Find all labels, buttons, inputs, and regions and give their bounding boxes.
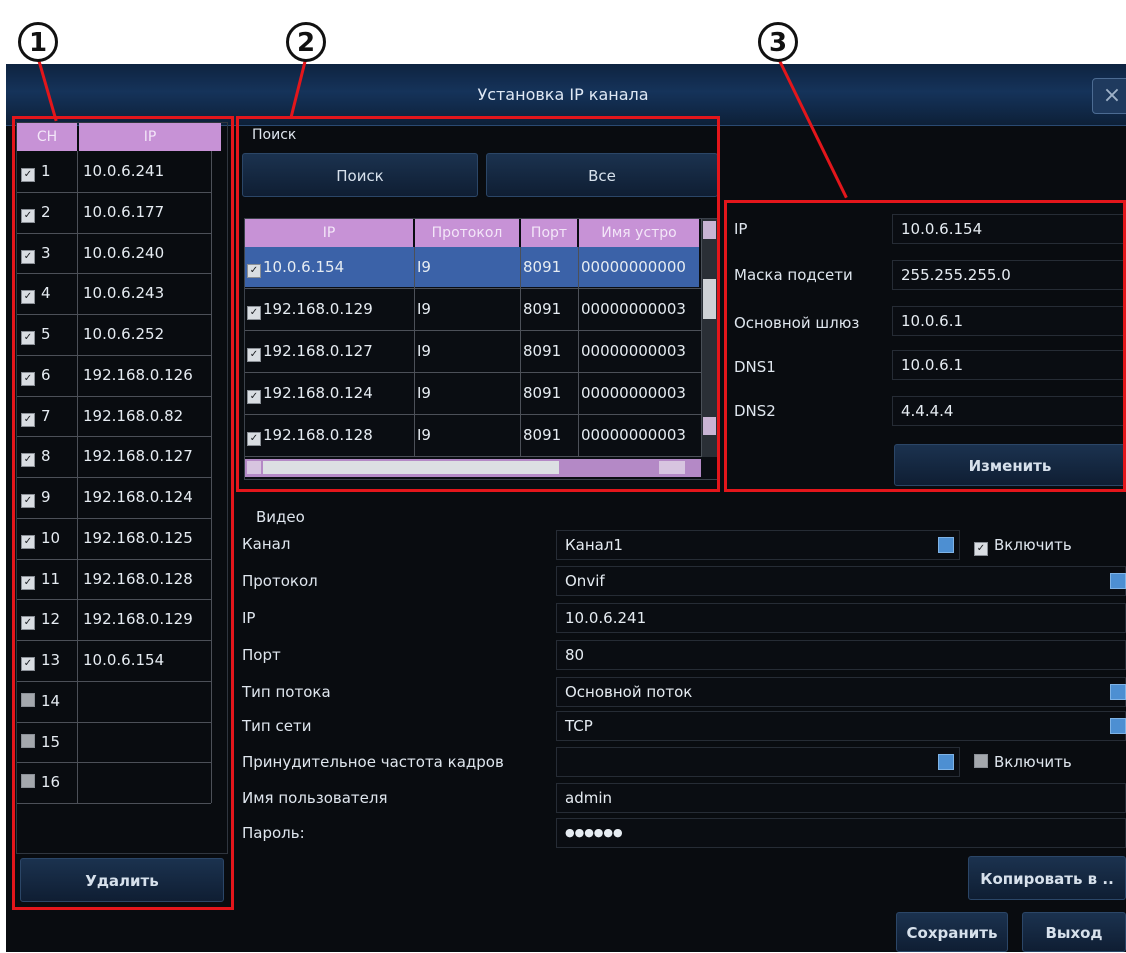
callout-3: 3 <box>758 22 798 62</box>
annotation-box-search <box>236 116 720 492</box>
chevron-down-icon[interactable] <box>1110 573 1126 589</box>
callout-2: 2 <box>286 22 326 62</box>
network-type-select[interactable]: TCP <box>556 711 1126 741</box>
video-section-label: Видео <box>256 508 305 526</box>
framerate-enable-label: Включить <box>994 753 1072 771</box>
chevron-down-icon[interactable] <box>938 537 954 553</box>
framerate-label: Принудительное частота кадров <box>242 753 504 771</box>
channel-enable-label: Включить <box>994 536 1072 554</box>
framerate-enable-checkbox[interactable]: Включить <box>974 753 1072 771</box>
checkbox-checked-icon[interactable]: ✓ <box>974 542 988 556</box>
stream-type-label: Тип потока <box>242 683 331 701</box>
channel-select[interactable]: Канал1 <box>556 530 960 560</box>
close-button[interactable]: × <box>1092 78 1126 114</box>
exit-button[interactable]: Выход <box>1022 912 1126 952</box>
video-ip-label: IP <box>242 609 256 627</box>
video-ip-field[interactable]: 10.0.6.241 <box>556 603 1126 633</box>
chevron-down-icon[interactable] <box>1110 718 1126 734</box>
password-label: Пароль: <box>242 824 305 842</box>
channel-enable-checkbox[interactable]: ✓ Включить <box>974 536 1072 556</box>
protocol-select[interactable]: Onvif <box>556 566 1126 596</box>
username-field[interactable]: admin <box>556 783 1126 813</box>
network-type-label: Тип сети <box>242 717 312 735</box>
checkbox-unchecked-icon[interactable] <box>974 754 988 768</box>
username-label: Имя пользователя <box>242 789 388 807</box>
chevron-down-icon[interactable] <box>938 754 954 770</box>
channel-label: Канал <box>242 535 291 553</box>
annotation-box-network <box>724 200 1126 492</box>
callout-1: 1 <box>18 22 58 62</box>
framerate-select[interactable] <box>556 747 960 777</box>
annotation-box-channels <box>12 116 234 910</box>
stream-type-select[interactable]: Основной поток <box>556 677 1126 707</box>
chevron-down-icon[interactable] <box>1110 684 1126 700</box>
save-button[interactable]: Сохранить <box>896 912 1008 952</box>
password-field[interactable]: ●●●●●● <box>556 818 1126 848</box>
video-port-label: Порт <box>242 646 281 664</box>
protocol-label: Протокол <box>242 572 318 590</box>
copy-to-button[interactable]: Копировать в .. <box>968 856 1126 900</box>
video-port-field[interactable]: 80 <box>556 640 1126 670</box>
